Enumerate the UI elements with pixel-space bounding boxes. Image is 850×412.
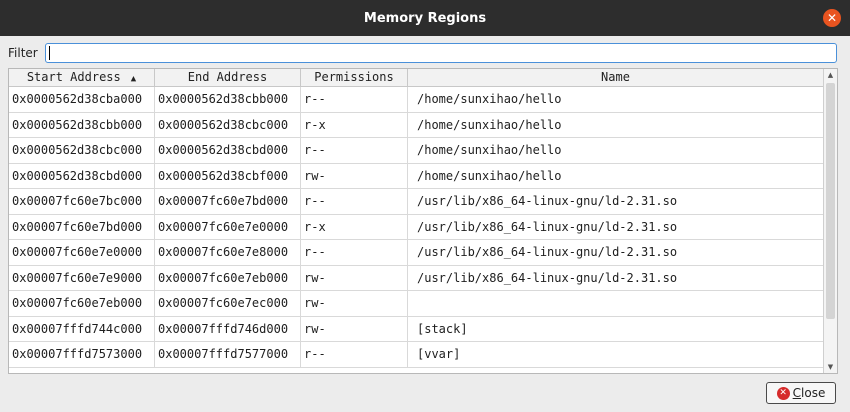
permissions-cell: r--	[301, 342, 408, 367]
end-address-cell: 0x00007fc60e7ec000	[155, 291, 301, 316]
start-address-cell: 0x00007fc60e7bc000	[9, 189, 155, 214]
name-cell: /usr/lib/x86_64-linux-gnu/ld-2.31.so	[408, 265, 824, 290]
permissions-cell: r-x	[301, 214, 408, 239]
table-row[interactable]: 0x00007fc60e7eb000 0x00007fc60e7ec000 rw-	[9, 291, 824, 317]
table-body: 0x0000562d38cba000 0x0000562d38cbb000 r-- /…	[9, 87, 824, 368]
end-address-cell: 0x00007fc60e7bd000	[155, 189, 301, 214]
name-cell: /home/sunxihao/hello	[408, 87, 824, 112]
column-header-start-address[interactable]: Start Address ▲	[9, 69, 155, 87]
column-header-end-address[interactable]: End Address	[155, 69, 301, 87]
end-address-cell: 0x0000562d38cbc000	[155, 112, 301, 137]
table-row[interactable]: 0x00007fffd744c000 0x00007fffd746d000 rw-[…	[9, 316, 824, 342]
start-address-cell: 0x00007fc60e7e0000	[9, 240, 155, 265]
close-circle-icon: ✕	[776, 386, 790, 400]
permissions-cell: r--	[301, 189, 408, 214]
name-cell: /home/sunxihao/hello	[408, 138, 824, 163]
scrollbar-thumb[interactable]	[826, 83, 835, 319]
end-address-cell: 0x0000562d38cbf000	[155, 163, 301, 188]
title-bar: Memory Regions ✕	[0, 0, 850, 36]
name-cell: /home/sunxihao/hello	[408, 163, 824, 188]
table-row[interactable]: 0x00007fc60e7e9000 0x00007fc60e7eb000 rw- /…	[9, 265, 824, 291]
start-address-cell: 0x0000562d38cba000	[9, 87, 155, 112]
end-address-cell: 0x00007fc60e7eb000	[155, 265, 301, 290]
sort-ascending-icon: ▲	[130, 74, 137, 84]
table-row[interactable]: 0x0000562d38cbc000 0x0000562d38cbd000 r-- /…	[9, 138, 824, 164]
permissions-cell: rw-	[301, 163, 408, 188]
name-cell: /usr/lib/x86_64-linux-gnu/ld-2.31.so	[408, 189, 824, 214]
window-close-icon[interactable]: ✕	[823, 9, 841, 27]
column-header-label: Permissions	[314, 70, 394, 84]
table-row[interactable]: 0x0000562d38cbb000 0x0000562d38cbc000 r-x /…	[9, 112, 824, 138]
start-address-cell: 0x0000562d38cbd000	[9, 163, 155, 188]
column-header-label: Start Address	[26, 70, 121, 84]
permissions-cell: r--	[301, 240, 408, 265]
start-address-cell: 0x00007fc60e7e9000	[9, 265, 155, 290]
end-address-cell: 0x00007fffd7577000	[155, 342, 301, 367]
scroll-down-icon[interactable]: ▼	[824, 361, 837, 373]
column-header-label: End Address	[187, 70, 268, 84]
close-mnemonic: C	[792, 386, 802, 400]
permissions-cell: r--	[301, 87, 408, 112]
table-row[interactable]: 0x00007fc60e7bc000 0x00007fc60e7bd000 r-- /…	[9, 189, 824, 215]
column-header-permissions[interactable]: Permissions	[301, 69, 408, 87]
start-address-cell: 0x00007fc60e7bd000	[9, 214, 155, 239]
text-caret	[49, 46, 50, 60]
end-address-cell: 0x00007fffd746d000	[155, 316, 301, 341]
start-address-cell: 0x0000562d38cbb000	[9, 112, 155, 137]
start-address-cell: 0x0000562d38cbc000	[9, 138, 155, 163]
permissions-cell: r--	[301, 138, 408, 163]
table-row[interactable]: 0x0000562d38cbd000 0x0000562d38cbf000 rw- /…	[9, 163, 824, 189]
end-address-cell: 0x0000562d38cbb000	[155, 87, 301, 112]
name-cell: /home/sunxihao/hello	[408, 112, 824, 137]
vertical-scrollbar[interactable]: ▲ ▼	[823, 69, 837, 373]
name-cell: /usr/lib/x86_64-linux-gnu/ld-2.31.so	[408, 214, 824, 239]
table-row[interactable]: 0x00007fc60e7e0000 0x00007fc60e7e8000 r-- /…	[9, 240, 824, 266]
end-address-cell: 0x00007fc60e7e0000	[155, 214, 301, 239]
start-address-cell: 0x00007fffd7573000	[9, 342, 155, 367]
name-cell: /usr/lib/x86_64-linux-gnu/ld-2.31.so	[408, 240, 824, 265]
permissions-cell: r-x	[301, 112, 408, 137]
name-cell: [vvar]	[408, 342, 824, 367]
table-row[interactable]: 0x00007fc60e7bd000 0x00007fc60e7e0000 r-x /…	[9, 214, 824, 240]
filter-row: Filter	[0, 42, 850, 64]
end-address-cell: 0x0000562d38cbd000	[155, 138, 301, 163]
table-row[interactable]: 0x00007fffd7573000 0x00007fffd7577000 r--[…	[9, 342, 824, 368]
close-label-rest: lose	[801, 386, 826, 400]
start-address-cell: 0x00007fffd744c000	[9, 316, 155, 341]
memory-regions-table: Start Address ▲ End Address Permissions N…	[8, 68, 838, 374]
column-header-name[interactable]: Name	[408, 69, 824, 87]
close-button[interactable]: ✕ Close	[766, 382, 836, 404]
name-cell: [stack]	[408, 316, 824, 341]
table-header: Start Address ▲ End Address Permissions N…	[9, 69, 824, 87]
scroll-up-icon[interactable]: ▲	[824, 69, 837, 81]
window-title: Memory Regions	[363, 10, 487, 26]
permissions-cell: rw-	[301, 291, 408, 316]
table-row[interactable]: 0x0000562d38cba000 0x0000562d38cbb000 r-- /…	[9, 87, 824, 113]
permissions-cell: rw-	[301, 265, 408, 290]
filter-label: Filter	[8, 46, 38, 60]
column-header-label: Name	[601, 70, 630, 84]
name-cell	[408, 291, 824, 316]
end-address-cell: 0x00007fc60e7e8000	[155, 240, 301, 265]
close-button-label: Close	[793, 386, 826, 400]
filter-input[interactable]	[45, 43, 837, 63]
permissions-cell: rw-	[301, 316, 408, 341]
start-address-cell: 0x00007fc60e7eb000	[9, 291, 155, 316]
